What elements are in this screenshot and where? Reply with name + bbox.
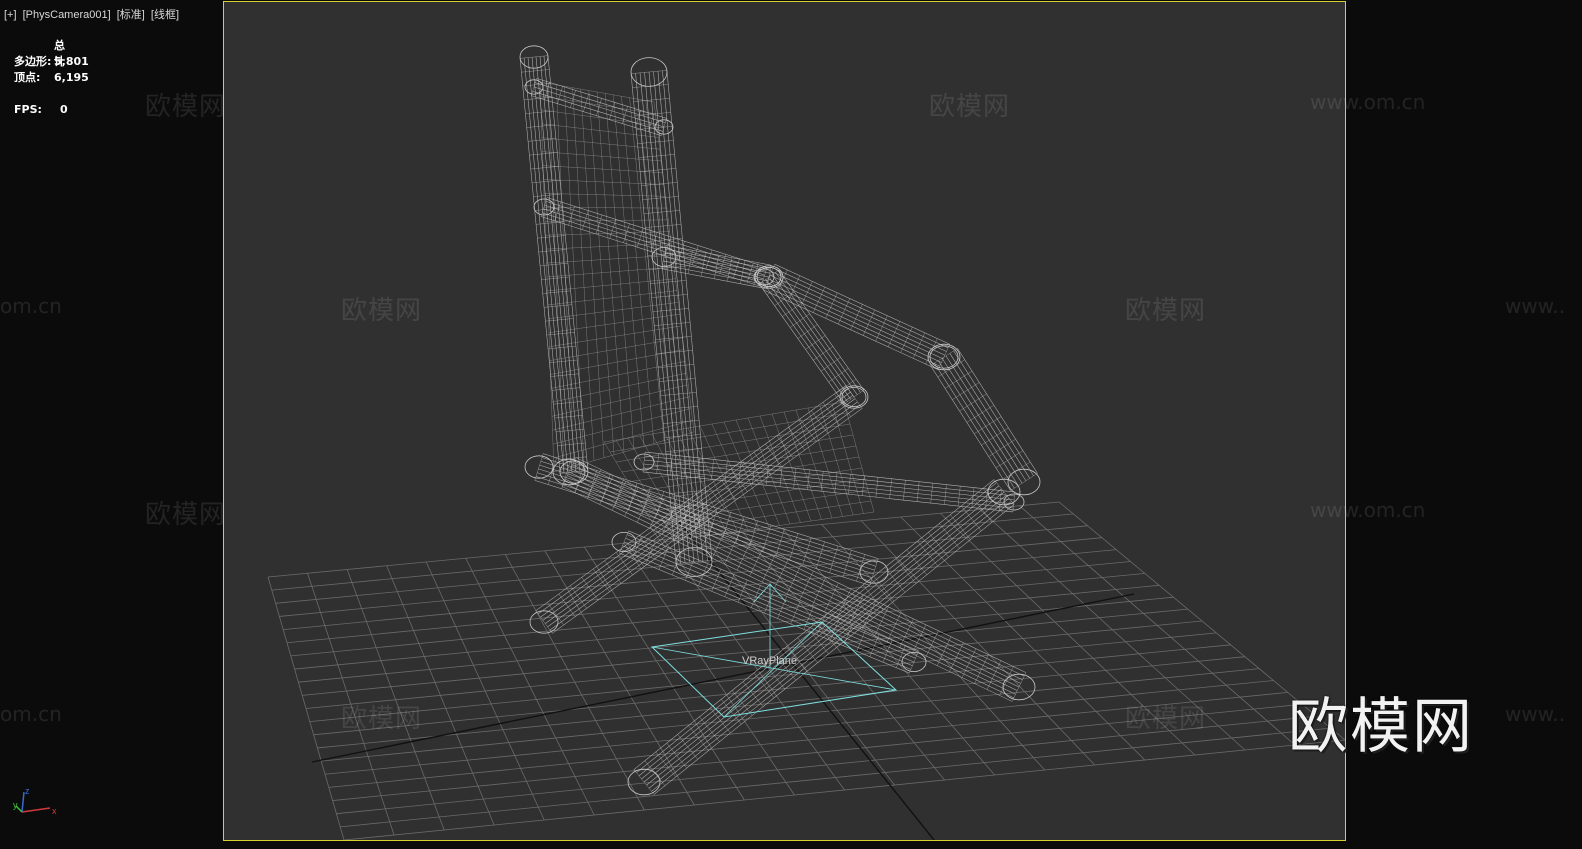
axis-y-label: y [13, 800, 18, 810]
viewport-camera-button[interactable]: [PhysCamera001] [23, 9, 111, 21]
axis-z-label: z [25, 786, 30, 796]
watermark-url: www.om.cn [1310, 90, 1426, 114]
vertices-value: 6,195 [54, 71, 89, 84]
vertices-label: 顶点: [14, 71, 41, 84]
fps-value: 0 [60, 103, 68, 116]
vray-plane-label: VRayPlane [742, 655, 797, 667]
watermark-url: www.. [1505, 702, 1565, 726]
watermark-brand: 欧模网 [929, 92, 1011, 122]
polygons-label: 多边形: [14, 55, 52, 68]
chair-wireframe-model[interactable] [519, 45, 1041, 796]
brand-logo: 欧模网 [1288, 692, 1474, 762]
viewport-label: [+] [PhysCamera001] [标准] [线框] [4, 6, 182, 22]
watermark-brand: 欧模网 [145, 92, 227, 122]
watermark-url: www.om.cn [1310, 498, 1426, 522]
viewport-shading-standard-button[interactable]: [标准] [117, 9, 145, 21]
viewport-menu-button[interactable]: [+] [4, 9, 17, 21]
fps-label: FPS: [14, 103, 42, 116]
watermark-brand: 欧模网 [1125, 704, 1207, 734]
watermark-url: om.cn [0, 702, 62, 726]
watermark-brand: 欧模网 [1125, 296, 1207, 326]
polygons-value: 5,801 [54, 55, 89, 68]
watermark-url: om.cn [0, 294, 62, 318]
watermark-brand: 欧模网 [145, 500, 227, 530]
viewport-shading-wireframe-button[interactable]: [线框] [151, 9, 179, 21]
axis-gizmo-icon: x z y [13, 786, 57, 816]
watermark-brand: 欧模网 [341, 296, 423, 326]
axis-x-label: x [52, 806, 57, 816]
watermark-brand: 欧模网 [341, 704, 423, 734]
watermark-url: www.. [1505, 294, 1565, 318]
